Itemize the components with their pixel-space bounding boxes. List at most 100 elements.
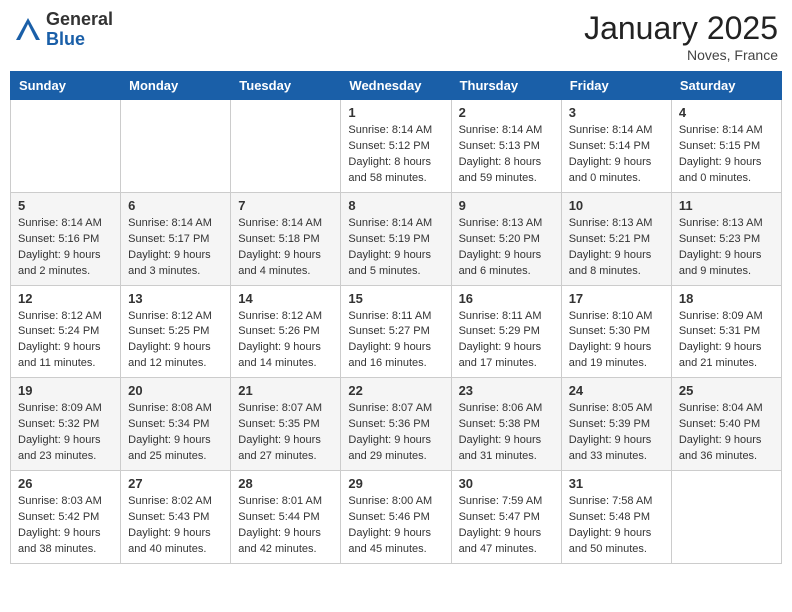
day-number: 17 (569, 291, 664, 306)
calendar-cell: 7 Sunrise: 8:14 AMSunset: 5:18 PMDaylight… (231, 192, 341, 285)
calendar-cell: 3 Sunrise: 8:14 AMSunset: 5:14 PMDaylight… (561, 100, 671, 193)
calendar-cell: 25 Sunrise: 8:04 AMSunset: 5:40 PMDayligh… (671, 378, 781, 471)
day-number: 8 (348, 198, 443, 213)
calendar-cell: 11 Sunrise: 8:13 AMSunset: 5:23 PMDayligh… (671, 192, 781, 285)
logo-blue-text: Blue (46, 29, 85, 49)
day-number: 19 (18, 383, 113, 398)
day-info: Sunrise: 8:13 AMSunset: 5:20 PMDaylight:… (459, 216, 554, 280)
calendar-cell: 18 Sunrise: 8:09 AMSunset: 5:31 PMDayligh… (671, 285, 781, 378)
day-number: 5 (18, 198, 113, 213)
calendar-cell: 26Sunrise: 8:03 AMSunset: 5:42 PMDayligh… (11, 471, 121, 564)
day-number: 28 (238, 476, 333, 491)
day-number: 9 (459, 198, 554, 213)
day-info: Sunrise: 8:14 AMSunset: 5:13 PMDaylight:… (459, 123, 554, 187)
location: Noves, France (584, 47, 778, 63)
calendar-cell: 6Sunrise: 8:14 AMSunset: 5:17 PMDaylight… (121, 192, 231, 285)
calendar-cell: 23Sunrise: 8:06 AMSunset: 5:38 PMDayligh… (451, 378, 561, 471)
calendar-cell: 15 Sunrise: 8:11 AMSunset: 5:27 PMDayligh… (341, 285, 451, 378)
calendar-cell: 9 Sunrise: 8:13 AMSunset: 5:20 PMDaylight… (451, 192, 561, 285)
calendar-cell: 31 Sunrise: 7:58 AMSunset: 5:48 PMDayligh… (561, 471, 671, 564)
day-number: 20 (128, 383, 223, 398)
day-info: Sunrise: 8:13 AMSunset: 5:21 PMDaylight:… (569, 216, 664, 280)
day-info: Sunrise: 8:04 AMSunset: 5:40 PMDaylight:… (679, 401, 774, 465)
day-number: 30 (459, 476, 554, 491)
calendar-cell: 16 Sunrise: 8:11 AMSunset: 5:29 PMDayligh… (451, 285, 561, 378)
calendar-cell: 20Sunrise: 8:08 AMSunset: 5:34 PMDayligh… (121, 378, 231, 471)
day-number: 12 (18, 291, 113, 306)
day-number: 11 (679, 198, 774, 213)
day-info: Sunrise: 8:12 AMSunset: 5:24 PMDaylight:… (18, 309, 113, 373)
month-title: January 2025 (584, 10, 778, 47)
logo-general-text: General (46, 9, 113, 29)
day-info: Sunrise: 8:11 AMSunset: 5:27 PMDaylight:… (348, 309, 443, 373)
day-info: Sunrise: 8:12 AMSunset: 5:25 PMDaylight:… (128, 309, 223, 373)
day-info: Sunrise: 7:59 AMSunset: 5:47 PMDaylight:… (459, 494, 554, 558)
day-info: Sunrise: 8:07 AMSunset: 5:36 PMDaylight:… (348, 401, 443, 465)
calendar-cell: 1Sunrise: 8:14 AMSunset: 5:12 PMDaylight… (341, 100, 451, 193)
day-header-friday: Friday (561, 72, 671, 100)
day-info: Sunrise: 8:14 AMSunset: 5:16 PMDaylight:… (18, 216, 113, 280)
day-number: 14 (238, 291, 333, 306)
day-info: Sunrise: 8:14 AMSunset: 5:17 PMDaylight:… (128, 216, 223, 280)
day-info: Sunrise: 7:58 AMSunset: 5:48 PMDaylight:… (569, 494, 664, 558)
calendar-cell: 13Sunrise: 8:12 AMSunset: 5:25 PMDayligh… (121, 285, 231, 378)
logo-icon (14, 16, 42, 44)
day-info: Sunrise: 8:14 AMSunset: 5:19 PMDaylight:… (348, 216, 443, 280)
day-number: 7 (238, 198, 333, 213)
calendar-cell: 24 Sunrise: 8:05 AMSunset: 5:39 PMDayligh… (561, 378, 671, 471)
title-block: January 2025 Noves, France (584, 10, 778, 63)
calendar-cell: 29 Sunrise: 8:00 AMSunset: 5:46 PMDayligh… (341, 471, 451, 564)
calendar-week-1: 1Sunrise: 8:14 AMSunset: 5:12 PMDaylight… (11, 100, 782, 193)
day-header-sunday: Sunday (11, 72, 121, 100)
day-header-wednesday: Wednesday (341, 72, 451, 100)
day-header-monday: Monday (121, 72, 231, 100)
day-header-saturday: Saturday (671, 72, 781, 100)
logo-text: General Blue (46, 10, 113, 50)
calendar-cell: 30 Sunrise: 7:59 AMSunset: 5:47 PMDayligh… (451, 471, 561, 564)
day-number: 29 (348, 476, 443, 491)
day-info: Sunrise: 8:11 AMSunset: 5:29 PMDaylight:… (459, 309, 554, 373)
day-number: 15 (348, 291, 443, 306)
logo: General Blue (14, 10, 113, 50)
calendar-week-4: 19 Sunrise: 8:09 AMSunset: 5:32 PMDayligh… (11, 378, 782, 471)
day-info: Sunrise: 8:05 AMSunset: 5:39 PMDaylight:… (569, 401, 664, 465)
day-info: Sunrise: 8:00 AMSunset: 5:46 PMDaylight:… (348, 494, 443, 558)
day-info: Sunrise: 8:09 AMSunset: 5:31 PMDaylight:… (679, 309, 774, 373)
calendar-cell: 28 Sunrise: 8:01 AMSunset: 5:44 PMDayligh… (231, 471, 341, 564)
day-number: 2 (459, 105, 554, 120)
day-info: Sunrise: 8:13 AMSunset: 5:23 PMDaylight:… (679, 216, 774, 280)
day-number: 25 (679, 383, 774, 398)
day-header-thursday: Thursday (451, 72, 561, 100)
calendar-week-5: 26Sunrise: 8:03 AMSunset: 5:42 PMDayligh… (11, 471, 782, 564)
day-number: 31 (569, 476, 664, 491)
day-number: 23 (459, 383, 554, 398)
day-info: Sunrise: 8:14 AMSunset: 5:12 PMDaylight:… (348, 123, 443, 187)
calendar-cell: 10 Sunrise: 8:13 AMSunset: 5:21 PMDayligh… (561, 192, 671, 285)
day-number: 26 (18, 476, 113, 491)
calendar-cell: 4 Sunrise: 8:14 AMSunset: 5:15 PMDaylight… (671, 100, 781, 193)
calendar-cell: 5 Sunrise: 8:14 AMSunset: 5:16 PMDaylight… (11, 192, 121, 285)
day-number: 4 (679, 105, 774, 120)
day-info: Sunrise: 8:07 AMSunset: 5:35 PMDaylight:… (238, 401, 333, 465)
day-number: 16 (459, 291, 554, 306)
calendar-cell: 2 Sunrise: 8:14 AMSunset: 5:13 PMDaylight… (451, 100, 561, 193)
day-info: Sunrise: 8:12 AMSunset: 5:26 PMDaylight:… (238, 309, 333, 373)
day-info: Sunrise: 8:14 AMSunset: 5:14 PMDaylight:… (569, 123, 664, 187)
calendar-cell: 22Sunrise: 8:07 AMSunset: 5:36 PMDayligh… (341, 378, 451, 471)
calendar-header-row: SundayMondayTuesdayWednesdayThursdayFrid… (11, 72, 782, 100)
calendar-week-3: 12 Sunrise: 8:12 AMSunset: 5:24 PMDayligh… (11, 285, 782, 378)
calendar-table: SundayMondayTuesdayWednesdayThursdayFrid… (10, 71, 782, 564)
day-number: 3 (569, 105, 664, 120)
calendar-cell (11, 100, 121, 193)
day-number: 27 (128, 476, 223, 491)
day-number: 18 (679, 291, 774, 306)
day-number: 21 (238, 383, 333, 398)
calendar-cell (121, 100, 231, 193)
day-info: Sunrise: 8:14 AMSunset: 5:18 PMDaylight:… (238, 216, 333, 280)
day-header-tuesday: Tuesday (231, 72, 341, 100)
day-info: Sunrise: 8:09 AMSunset: 5:32 PMDaylight:… (18, 401, 113, 465)
day-info: Sunrise: 8:14 AMSunset: 5:15 PMDaylight:… (679, 123, 774, 187)
day-info: Sunrise: 8:01 AMSunset: 5:44 PMDaylight:… (238, 494, 333, 558)
day-number: 10 (569, 198, 664, 213)
day-number: 24 (569, 383, 664, 398)
